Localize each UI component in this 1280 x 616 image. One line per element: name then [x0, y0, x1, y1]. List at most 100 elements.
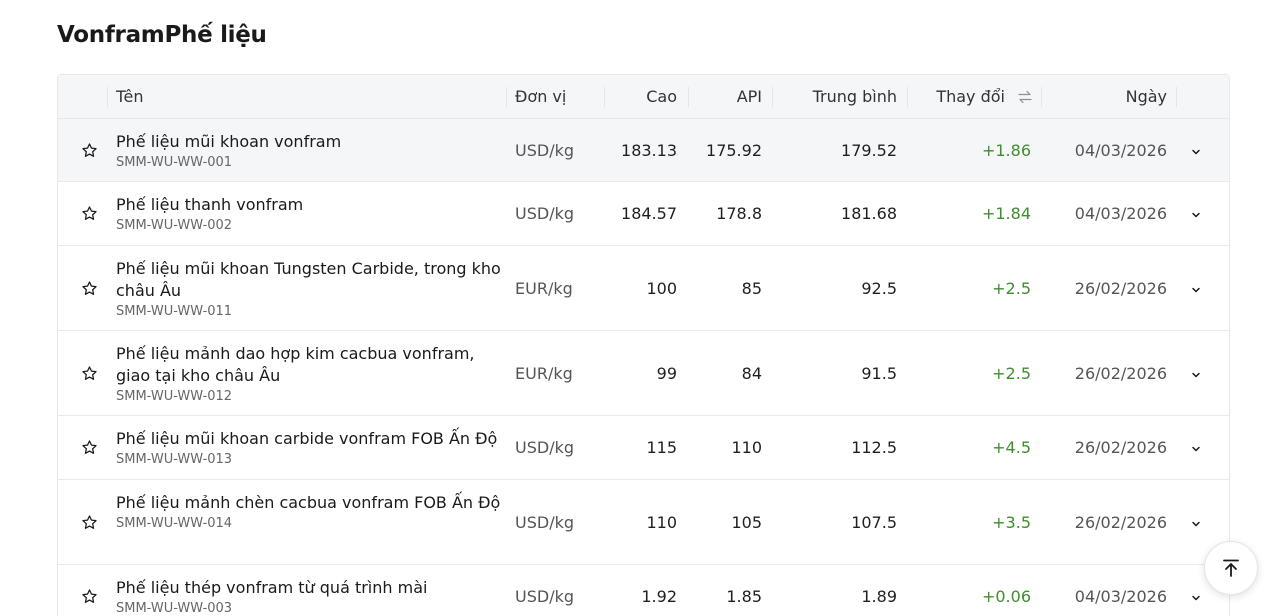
column-header-name[interactable]: Tên — [116, 75, 144, 119]
table-row[interactable]: Phế liệu mũi khoan Tungsten Carbide, tro… — [58, 246, 1229, 331]
chevron-down-icon[interactable] — [1189, 590, 1203, 604]
header-divider — [604, 87, 605, 107]
date-cell: 04/03/2026 — [1074, 204, 1167, 223]
arrow-up-to-top-icon — [1223, 559, 1239, 577]
table-row[interactable]: Phế liệu thép vonfram từ quá trình mài S… — [58, 565, 1229, 616]
product-code: SMM-WU-WW-011 — [116, 304, 233, 319]
star-icon[interactable] — [81, 439, 98, 456]
column-header-change[interactable]: Thay đổi — [936, 75, 1005, 119]
chevron-down-icon[interactable] — [1189, 516, 1203, 530]
high-price-cell: 1.92 — [641, 587, 677, 606]
star-icon[interactable] — [81, 588, 98, 605]
product-name[interactable]: Phế liệu mũi khoan Tungsten Carbide, tro… — [116, 258, 501, 302]
header-divider — [688, 87, 689, 107]
table-row[interactable]: Phế liệu mảnh chèn cacbua vonfram FOB Ấn… — [58, 480, 1229, 565]
column-header-average[interactable]: Trung bình — [813, 75, 897, 119]
unit-cell: USD/kg — [515, 141, 574, 160]
star-icon[interactable] — [81, 365, 98, 382]
average-price-cell: 91.5 — [861, 364, 897, 383]
star-icon[interactable] — [81, 142, 98, 159]
product-code: SMM-WU-WW-002 — [116, 218, 233, 233]
change-cell: +1.84 — [981, 204, 1031, 223]
star-icon[interactable] — [81, 280, 98, 297]
date-cell: 04/03/2026 — [1074, 141, 1167, 160]
column-header-unit[interactable]: Đơn vị — [515, 75, 566, 119]
price-table: Tên Đơn vị Cao API Trung bình Thay đổi N… — [57, 74, 1230, 616]
api-price-cell: 178.8 — [716, 204, 762, 223]
product-name-block: Phế liệu mảnh chèn cacbua vonfram FOB Ấn… — [116, 492, 501, 533]
change-cell: +0.06 — [981, 587, 1031, 606]
unit-cell: EUR/kg — [515, 279, 573, 298]
table-header: Tên Đơn vị Cao API Trung bình Thay đổi N… — [58, 75, 1229, 119]
chevron-down-icon[interactable] — [1189, 367, 1203, 381]
date-cell: 26/02/2026 — [1074, 364, 1167, 383]
api-price-cell: 84 — [741, 364, 762, 383]
high-price-cell: 99 — [656, 364, 677, 383]
sort-icon[interactable] — [1018, 90, 1032, 104]
change-cell: +1.86 — [981, 141, 1031, 160]
api-price-cell: 110 — [731, 438, 762, 457]
table-row[interactable]: Phế liệu mũi khoan carbide vonfram FOB Ấ… — [58, 416, 1229, 480]
product-name-block: Phế liệu mũi khoan vonfram SMM-WU-WW-001 — [116, 131, 501, 172]
product-name[interactable]: Phế liệu thép vonfram từ quá trình mài — [116, 577, 501, 599]
change-cell: +2.5 — [992, 364, 1031, 383]
product-code: SMM-WU-WW-014 — [116, 516, 233, 531]
product-name-block: Phế liệu mảnh dao hợp kim cacbua vonfram… — [116, 343, 501, 406]
api-price-cell: 105 — [731, 513, 762, 532]
api-price-cell: 1.85 — [726, 587, 762, 606]
change-cell: +4.5 — [992, 438, 1031, 457]
chevron-down-icon[interactable] — [1189, 207, 1203, 221]
product-name[interactable]: Phế liệu mảnh dao hợp kim cacbua vonfram… — [116, 343, 501, 387]
high-price-cell: 110 — [646, 513, 677, 532]
date-cell: 26/02/2026 — [1074, 279, 1167, 298]
page-title: VonframPhế liệu — [57, 22, 267, 48]
average-price-cell: 107.5 — [851, 513, 897, 532]
header-divider — [1176, 87, 1177, 107]
column-header-date[interactable]: Ngày — [1126, 75, 1167, 119]
average-price-cell: 112.5 — [851, 438, 897, 457]
star-icon[interactable] — [81, 514, 98, 531]
chevron-down-icon[interactable] — [1189, 441, 1203, 455]
unit-cell: USD/kg — [515, 438, 574, 457]
column-header-api[interactable]: API — [737, 75, 762, 119]
header-divider — [907, 87, 908, 107]
unit-cell: EUR/kg — [515, 364, 573, 383]
unit-cell: USD/kg — [515, 513, 574, 532]
star-icon[interactable] — [81, 205, 98, 222]
product-name[interactable]: Phế liệu thanh vonfram — [116, 194, 501, 216]
product-name[interactable]: Phế liệu mũi khoan carbide vonfram FOB Ấ… — [116, 428, 501, 450]
table-row[interactable]: Phế liệu mũi khoan vonfram SMM-WU-WW-001… — [58, 119, 1229, 182]
unit-cell: USD/kg — [515, 587, 574, 606]
table-row[interactable]: Phế liệu mảnh dao hợp kim cacbua vonfram… — [58, 331, 1229, 416]
product-name-block: Phế liệu mũi khoan carbide vonfram FOB Ấ… — [116, 428, 501, 469]
high-price-cell: 115 — [646, 438, 677, 457]
high-price-cell: 100 — [646, 279, 677, 298]
product-code: SMM-WU-WW-012 — [116, 389, 233, 404]
average-price-cell: 92.5 — [861, 279, 897, 298]
average-price-cell: 181.68 — [841, 204, 897, 223]
api-price-cell: 85 — [741, 279, 762, 298]
back-to-top-button[interactable] — [1204, 541, 1258, 595]
unit-cell: USD/kg — [515, 204, 574, 223]
header-divider — [506, 87, 507, 107]
high-price-cell: 183.13 — [621, 141, 677, 160]
header-divider — [772, 87, 773, 107]
chevron-down-icon[interactable] — [1189, 282, 1203, 296]
product-code: SMM-WU-WW-003 — [116, 601, 233, 616]
product-name[interactable]: Phế liệu mũi khoan vonfram — [116, 131, 501, 153]
table-row[interactable]: Phế liệu thanh vonfram SMM-WU-WW-002 USD… — [58, 182, 1229, 246]
column-header-high[interactable]: Cao — [646, 75, 677, 119]
product-name-block: Phế liệu thanh vonfram SMM-WU-WW-002 — [116, 194, 501, 235]
product-name-block: Phế liệu thép vonfram từ quá trình mài S… — [116, 577, 501, 616]
product-code: SMM-WU-WW-001 — [116, 155, 233, 170]
product-name[interactable]: Phế liệu mảnh chèn cacbua vonfram FOB Ấn… — [116, 492, 501, 514]
average-price-cell: 1.89 — [861, 587, 897, 606]
date-cell: 26/02/2026 — [1074, 438, 1167, 457]
product-name-block: Phế liệu mũi khoan Tungsten Carbide, tro… — [116, 258, 501, 321]
change-cell: +3.5 — [992, 513, 1031, 532]
average-price-cell: 179.52 — [841, 141, 897, 160]
api-price-cell: 175.92 — [706, 141, 762, 160]
date-cell: 26/02/2026 — [1074, 513, 1167, 532]
header-divider — [1041, 87, 1042, 107]
chevron-down-icon[interactable] — [1189, 144, 1203, 158]
